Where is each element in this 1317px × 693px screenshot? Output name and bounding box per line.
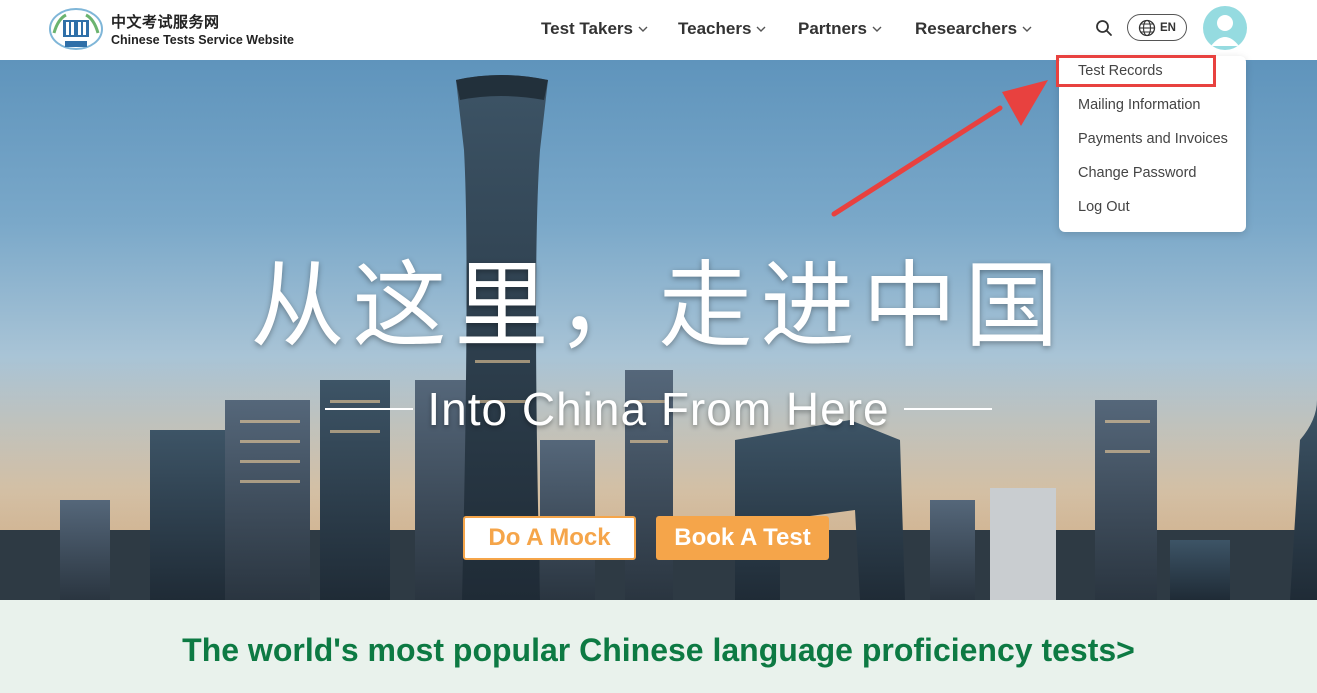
book-a-test-button[interactable]: Book A Test [656, 516, 829, 560]
chevron-down-icon [1022, 26, 1032, 32]
hero-headline-english: Into China From Here [427, 383, 890, 435]
user-avatar-icon[interactable] [1203, 6, 1247, 50]
brand-name-chinese: 中文考试服务网 [111, 14, 220, 31]
menu-item-test-records[interactable]: Test Records [1078, 63, 1163, 79]
nav-researchers[interactable]: Researchers [915, 17, 1033, 41]
nav-partners[interactable]: Partners [798, 17, 883, 41]
chevron-down-icon [756, 26, 766, 32]
nav-test-takers-label: Test Takers [541, 19, 633, 38]
chevron-down-icon [872, 26, 882, 32]
hero-headline-english-row: Into China From Here [0, 382, 1317, 436]
menu-item-payments-and-invoices[interactable]: Payments and Invoices [1078, 131, 1228, 147]
tagline-link[interactable]: The world's most popular Chinese languag… [0, 632, 1317, 669]
decorative-line-right [903, 408, 992, 410]
decorative-line-left [325, 408, 414, 410]
language-label: EN [1160, 21, 1176, 34]
nav-teachers[interactable]: Teachers [678, 17, 767, 41]
tagline-band: The world's most popular Chinese languag… [0, 600, 1317, 693]
nav-teachers-label: Teachers [678, 19, 752, 38]
menu-item-mailing-information[interactable]: Mailing Information [1078, 97, 1201, 113]
nav-partners-label: Partners [798, 19, 867, 38]
search-icon[interactable] [1094, 18, 1114, 38]
globe-icon [1138, 19, 1156, 36]
nav-researchers-label: Researchers [915, 19, 1018, 38]
user-menu-dropdown: Test Records Mailing Information Payment… [1059, 56, 1246, 232]
menu-item-log-out[interactable]: Log Out [1078, 199, 1130, 215]
site-header: 中文考试服务网 Chinese Tests Service Website Te… [0, 0, 1317, 60]
hero-headline-chinese: 从这里，走进中国 [250, 252, 1067, 361]
nav-test-takers[interactable]: Test Takers [541, 17, 649, 41]
language-switcher[interactable]: EN [1127, 14, 1187, 41]
menu-item-change-password[interactable]: Change Password [1078, 165, 1197, 181]
chevron-down-icon [638, 26, 648, 32]
do-a-mock-button[interactable]: Do A Mock [463, 516, 636, 560]
hanban-logo-icon[interactable] [48, 7, 104, 53]
brand-name-english: Chinese Tests Service Website [111, 33, 294, 47]
